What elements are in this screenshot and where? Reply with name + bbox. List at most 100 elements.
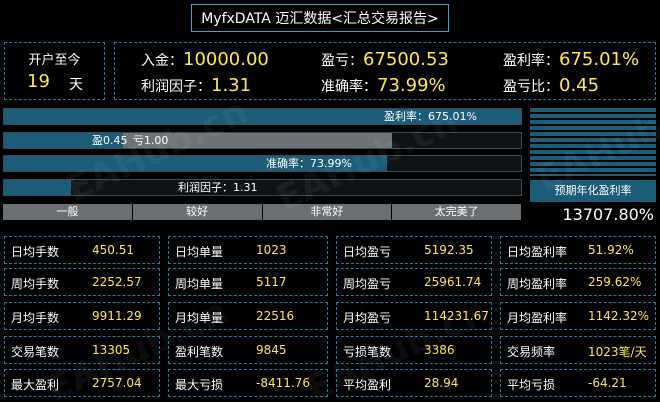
- profit-label: 盈亏：: [321, 53, 363, 69]
- stat-cell: 盈利笔数 9845: [168, 336, 328, 364]
- stat-label: 盈利笔数: [175, 345, 224, 359]
- return-bar-label: 盈利率：675.01%: [384, 110, 477, 123]
- pl-ratio-label: 盈亏比：: [503, 79, 559, 95]
- stat-label: 交易笔数: [11, 345, 60, 359]
- rating-level-2: 较好: [132, 204, 263, 220]
- stat-value: 51.92%: [588, 243, 634, 257]
- stat-cell: 周均盈利率 259.62%: [500, 268, 656, 296]
- stat-label: 亏损笔数: [343, 345, 392, 359]
- stat-cell: 周均手数 2252.57: [4, 268, 160, 296]
- stat-value: 13305: [92, 343, 131, 357]
- stat-value: 5117: [256, 275, 287, 289]
- profit-factor-bar-fill: [4, 180, 72, 195]
- duration-value: 19: [27, 71, 50, 92]
- stat-value: 114231.67: [424, 309, 489, 323]
- stat-value: -8411.76: [256, 376, 310, 390]
- deposit-value: 10000.00: [183, 49, 269, 70]
- profit-stat: 盈亏：67500.53: [321, 49, 449, 70]
- stat-cell: 最大盈利 2757.04: [4, 369, 160, 397]
- gauge-label: 预期年化盈利率: [530, 180, 656, 202]
- stat-label: 周均手数: [11, 277, 60, 291]
- stat-label: 周均盈亏: [343, 277, 392, 291]
- stat-value: 25961.74: [424, 275, 482, 289]
- report-title: MyfxDATA 迈汇数据<汇总交易报告>: [191, 4, 449, 32]
- stat-label: 日均单量: [175, 245, 224, 259]
- stat-cell: 月均手数 9911.29: [4, 302, 160, 330]
- profit-portion-label: 盈0.45: [92, 134, 128, 147]
- stat-cell: 平均亏损 -64.21: [500, 369, 656, 397]
- stat-value: 28.94: [424, 376, 459, 390]
- duration-unit: 天: [69, 77, 83, 93]
- rating-level-1: 一般: [3, 204, 133, 220]
- stat-label: 周均单量: [175, 277, 224, 291]
- stat-label: 最大盈利: [11, 378, 60, 392]
- stat-value: 1023: [256, 243, 287, 257]
- stat-label: 日均盈亏: [343, 245, 392, 259]
- stat-label: 交易频率: [507, 345, 556, 359]
- return-stat: 盈利率：675.01%: [503, 49, 639, 70]
- stat-label: 日均盈利率: [507, 245, 568, 259]
- profit-value: 67500.53: [363, 49, 449, 70]
- annualized-return-gauge: 预期年化盈利率 13707.80%: [530, 108, 656, 228]
- pl-ratio-value: 0.45: [559, 75, 600, 96]
- rating-scale: 一般 较好 非常好 太完美了: [3, 204, 522, 220]
- stat-cell: 交易笔数 13305: [4, 336, 160, 364]
- stat-value: 1023笔/天: [588, 345, 647, 359]
- stat-value: 2252.57: [92, 275, 142, 289]
- stat-cell: 日均盈利率 51.92%: [500, 236, 656, 264]
- return-value: 675.01%: [559, 49, 640, 70]
- accuracy-value: 73.99%: [377, 75, 446, 96]
- stat-label: 月均盈利率: [507, 311, 568, 325]
- rating-level-4: 太完美了: [392, 204, 522, 220]
- accuracy-label: 准确率：: [321, 79, 377, 95]
- deposit-stat: 入金：10000.00: [141, 49, 269, 70]
- stat-label: 日均手数: [11, 245, 60, 259]
- return-label: 盈利率：: [503, 53, 559, 69]
- stat-label: 周均盈利率: [507, 277, 568, 291]
- pl-ratio-stat: 盈亏比：0.45: [503, 75, 599, 96]
- stat-label: 月均盈亏: [343, 311, 392, 325]
- rating-level-3: 非常好: [262, 204, 393, 220]
- stat-cell: 交易频率 1023笔/天: [500, 336, 656, 364]
- stat-value: 450.51: [92, 243, 134, 257]
- stat-cell: 最大亏损 -8411.76: [168, 369, 328, 397]
- duration-label: 开户至今: [28, 53, 81, 68]
- profit-factor-stat: 利润因子：1.31: [141, 75, 251, 96]
- stat-cell: 月均单量 22516: [168, 302, 328, 330]
- stat-value: 22516: [256, 309, 295, 323]
- stat-value: 3386: [424, 343, 455, 357]
- stat-cell: 月均盈亏 114231.67: [336, 302, 492, 330]
- stat-cell: 月均盈利率 1142.32%: [500, 302, 656, 330]
- accuracy-bar: 准确率：73.99%: [3, 155, 522, 172]
- stat-value: 9845: [256, 343, 287, 357]
- stat-label: 平均亏损: [507, 378, 556, 392]
- stat-value: 1142.32%: [588, 309, 650, 323]
- stat-label: 月均手数: [11, 311, 60, 325]
- return-bar: 盈利率：675.01%: [3, 108, 522, 125]
- deposit-label: 入金：: [141, 53, 183, 69]
- profit-factor-bar-label: 利润因子：1.31: [178, 181, 258, 194]
- profit-factor-bar: 利润因子：1.31: [3, 179, 522, 196]
- stat-cell: 日均单量 1023: [168, 236, 328, 264]
- gauge-value: 13707.80%: [562, 205, 654, 224]
- gauge-stripes: [530, 108, 656, 176]
- stat-value: 9911.29: [92, 309, 142, 323]
- stat-value: 2757.04: [92, 376, 142, 390]
- loss-portion-label: 亏1.00: [132, 134, 169, 147]
- stat-cell: 亏损笔数 3386: [336, 336, 492, 364]
- summary-panel: 入金：10000.00 盈亏：67500.53 盈利率：675.01% 利润因子…: [114, 42, 656, 100]
- stat-cell: 日均手数 450.51: [4, 236, 160, 264]
- stat-label: 最大亏损: [175, 378, 224, 392]
- accuracy-bar-label: 准确率：73.99%: [266, 157, 352, 170]
- profit-loss-bar: 盈0.45 亏1.00: [3, 132, 522, 149]
- stat-cell: 周均盈亏 25961.74: [336, 268, 492, 296]
- profit-factor-label: 利润因子：: [141, 79, 211, 95]
- stat-value: -64.21: [588, 376, 627, 390]
- stat-cell: 日均盈亏 5192.35: [336, 236, 492, 264]
- stat-label: 月均单量: [175, 311, 224, 325]
- stat-cell: 平均盈利 28.94: [336, 369, 492, 397]
- stat-label: 平均盈利: [343, 378, 392, 392]
- duration-panel: 开户至今 19 天: [4, 42, 105, 100]
- stat-value: 259.62%: [588, 275, 642, 289]
- accuracy-stat: 准确率：73.99%: [321, 75, 446, 96]
